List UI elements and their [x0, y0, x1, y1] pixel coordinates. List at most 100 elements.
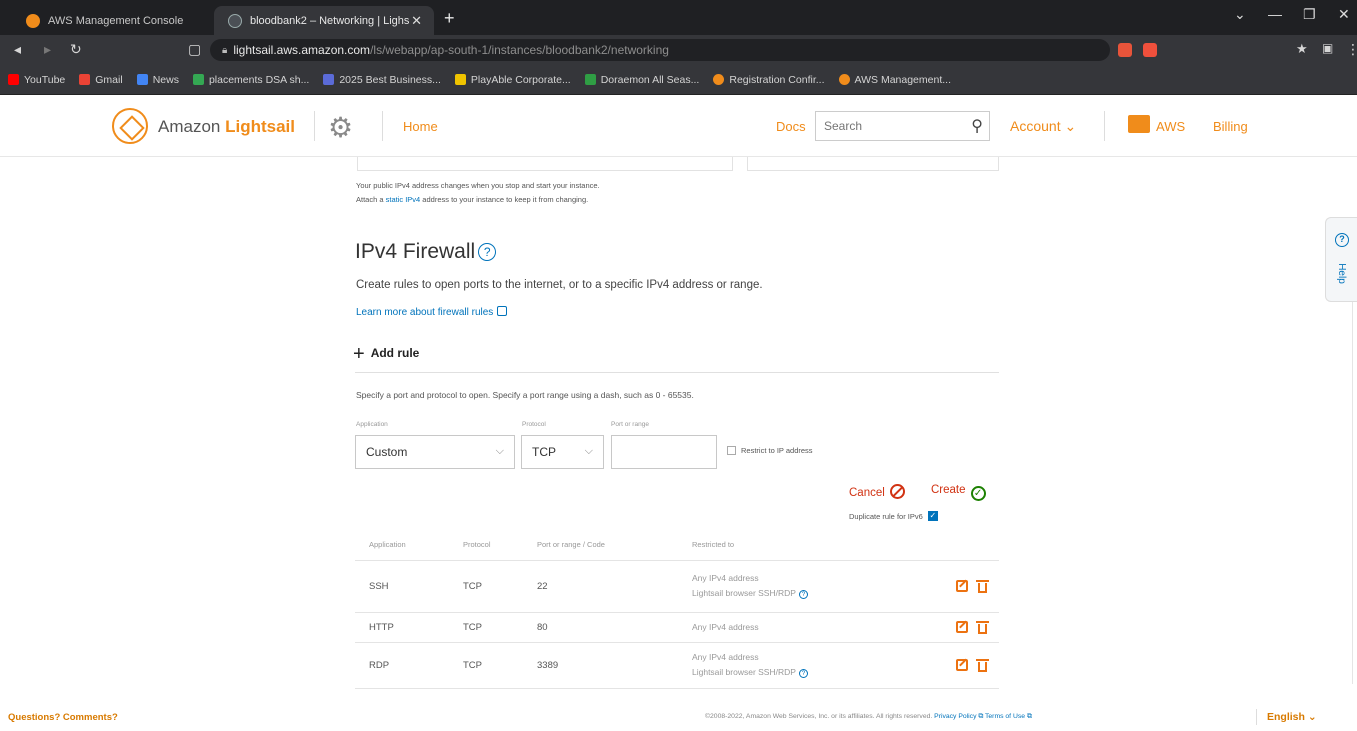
ipv4-note-line: Attach a static IPv4 address to your ins…	[356, 195, 589, 204]
application-select[interactable]: Custom ⌵	[355, 435, 515, 469]
static-ip-link[interactable]: static IPv4	[386, 195, 421, 204]
help-tab-label: Help	[1335, 263, 1347, 284]
header-menu-icon[interactable]: ⋮	[1352, 113, 1357, 133]
create-button[interactable]: Create ✓	[931, 484, 986, 501]
bookmark-item[interactable]: 2025 Best Business...	[323, 74, 441, 86]
docs-link[interactable]: Docs	[776, 119, 806, 134]
cell-actions	[908, 560, 999, 613]
forward-arrow-icon[interactable]: ▸	[44, 41, 51, 58]
back-arrow-icon[interactable]: ◂	[14, 41, 21, 58]
previous-card	[357, 157, 733, 171]
cell-port: 80	[523, 612, 678, 643]
bookmark-item[interactable]: PlayAble Corporate...	[454, 74, 571, 86]
bookmark-item[interactable]: AWS Management...	[838, 74, 951, 86]
cell-application: RDP	[355, 642, 449, 689]
billing-link[interactable]: Billing	[1213, 119, 1248, 134]
lightsail-brand[interactable]: Amazon Lightsail	[158, 117, 295, 137]
column-header: Protocol	[449, 530, 523, 561]
tab-search-icon[interactable]: ⌄	[1234, 6, 1246, 23]
table-row: RDP TCP 3389 Any IPv4 address Lightsail …	[355, 642, 999, 689]
cell-actions	[908, 612, 999, 643]
drive-icon	[192, 74, 204, 85]
protocol-select[interactable]: TCP ⌵	[521, 435, 604, 469]
bookmarks-bar: YouTube Gmail News placements DSA sh... …	[0, 65, 1357, 95]
restrict-ip-checkbox[interactable]: Restrict to IP address	[727, 446, 813, 455]
lightsail-favicon-icon	[228, 13, 242, 28]
menu-icon[interactable]: ⋮	[1346, 41, 1357, 58]
trash-icon[interactable]	[976, 620, 989, 634]
cell-restricted: Any IPv4 address	[678, 612, 908, 643]
terms-of-use-link[interactable]: Terms of Use ⧉	[985, 713, 1032, 720]
lightsail-header: Amazon Lightsail ⚙ Home Docs ⚲ Account ⌄…	[0, 95, 1357, 157]
port-spec-text: Specify a port and protocol to open. Spe…	[356, 390, 694, 400]
edit-icon[interactable]	[956, 659, 968, 671]
extensions-icon[interactable]: ★	[1296, 41, 1308, 57]
minimize-icon[interactable]: —	[1268, 6, 1282, 22]
column-header-actions	[908, 530, 999, 561]
duplicate-ipv6-checkbox[interactable]: Duplicate rule for IPv6 ✓	[849, 511, 938, 521]
footer-copyright: ©2008-2022, Amazon Web Services, Inc. or…	[705, 713, 1032, 720]
side-panel-edge	[1352, 302, 1357, 684]
trash-icon[interactable]	[976, 579, 989, 593]
cell-restricted: Any IPv4 address Lightsail browser SSH/R…	[678, 642, 908, 689]
privacy-policy-link[interactable]: Privacy Policy ⧉	[934, 713, 983, 720]
port-input[interactable]	[611, 435, 717, 469]
sidebar-icon[interactable]: ▣	[1322, 41, 1333, 55]
help-icon[interactable]: ?	[798, 669, 808, 678]
gear-icon[interactable]: ⚙	[328, 111, 353, 144]
reload-icon[interactable]: ↻	[70, 41, 82, 58]
search-input[interactable]	[816, 112, 956, 140]
bookmark-favicon-icon	[454, 74, 466, 85]
bookmark-item[interactable]: News	[136, 74, 179, 86]
bookmark-item[interactable]: Registration Confir...	[713, 74, 825, 86]
search-icon[interactable]: ⚲	[971, 116, 983, 136]
gmail-icon	[79, 74, 91, 85]
external-link-icon	[497, 306, 508, 316]
close-tab-icon[interactable]: ✕	[411, 13, 422, 29]
help-panel-tab[interactable]: ? Help	[1325, 217, 1357, 302]
aws-box-icon	[1128, 115, 1150, 133]
maximize-icon[interactable]: ❐	[1303, 6, 1316, 23]
aws-link[interactable]: AWS	[1156, 119, 1185, 134]
address-bar[interactable]: 🔒︎ lightsail.aws.amazon.com /ls/webapp/a…	[210, 39, 1110, 61]
browser-tab[interactable]: AWS Management Console	[12, 6, 208, 35]
new-tab-button[interactable]: +	[444, 8, 455, 29]
ipv4-note-line: Your public IPv4 address changes when yo…	[356, 181, 600, 190]
language-select[interactable]: English ⌄	[1267, 711, 1317, 723]
checkbox-icon	[727, 446, 736, 455]
cell-application: HTTP	[355, 612, 449, 643]
browser-ssh-note: Lightsail browser SSH/RDP?	[692, 586, 908, 601]
bookmark-item[interactable]: placements DSA sh...	[192, 74, 309, 86]
learn-more-link[interactable]: Learn more about firewall rules	[356, 306, 508, 318]
brave-shield-icon[interactable]	[1118, 43, 1132, 57]
cancel-button[interactable]: Cancel	[849, 484, 905, 499]
cell-protocol: TCP	[449, 612, 523, 643]
tab-title: bloodbank2 – Networking | Lighs	[250, 14, 410, 27]
browser-tab-active[interactable]: bloodbank2 – Networking | Lighs ✕	[214, 6, 434, 35]
help-icon[interactable]: ?	[478, 243, 497, 261]
tab-title: AWS Management Console	[48, 14, 184, 27]
home-link[interactable]: Home	[403, 119, 438, 134]
header-divider	[314, 111, 315, 141]
edit-icon[interactable]	[956, 621, 968, 633]
account-menu[interactable]: Account ⌄	[1010, 118, 1076, 135]
youtube-icon	[8, 74, 19, 85]
cell-restricted: Any IPv4 address Lightsail browser SSH/R…	[678, 560, 908, 613]
lightsail-logo-icon[interactable]	[112, 108, 148, 144]
bookmark-page-icon[interactable]: ▢	[188, 41, 201, 58]
edit-icon[interactable]	[956, 580, 968, 592]
rewards-icon[interactable]	[1143, 43, 1157, 57]
trash-icon[interactable]	[976, 658, 989, 672]
add-rule-button[interactable]: + Add rule	[353, 343, 419, 366]
help-icon[interactable]: ?	[798, 590, 808, 599]
browser-toolbar: ◂ ▸ ↻ ▢ 🔒︎ lightsail.aws.amazon.com /ls/…	[0, 35, 1357, 65]
bookmark-item[interactable]: Gmail	[79, 74, 123, 86]
questions-comments-link[interactable]: Questions? Comments?	[8, 712, 118, 723]
header-divider	[382, 111, 383, 141]
checkbox-checked-icon: ✓	[927, 511, 938, 521]
bookmark-item[interactable]: Doraemon All Seas...	[584, 74, 699, 86]
close-window-icon[interactable]: ✕	[1338, 6, 1350, 23]
url-host: lightsail.aws.amazon.com	[233, 43, 371, 57]
column-header: Port or range / Code	[523, 530, 678, 561]
bookmark-item[interactable]: YouTube	[8, 74, 65, 86]
